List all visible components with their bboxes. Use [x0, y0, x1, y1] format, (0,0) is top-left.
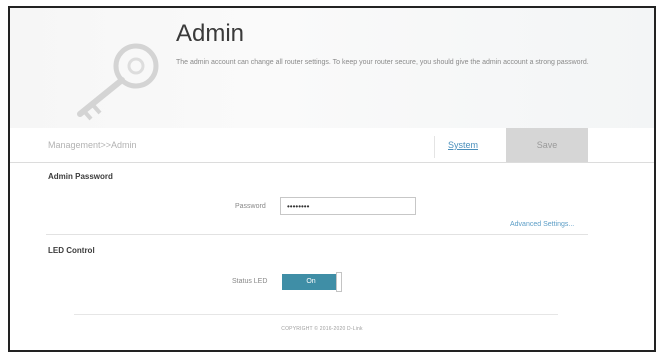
toolbar-divider: [434, 136, 435, 158]
toggle-handle[interactable]: [336, 272, 342, 292]
toggle-track: On: [282, 274, 340, 290]
status-led-label: Status LED: [232, 278, 268, 285]
footer-divider: [74, 314, 558, 315]
system-link[interactable]: System: [448, 140, 478, 150]
admin-page: Admin The admin account can change all r…: [8, 6, 656, 352]
page-banner: Admin The admin account can change all r…: [10, 8, 654, 129]
key-icon: [77, 43, 159, 121]
password-field[interactable]: [280, 197, 416, 215]
save-button[interactable]: Save: [506, 128, 588, 162]
toolbar: Management>>Admin System Save: [10, 128, 654, 163]
admin-password-section-title: Admin Password: [48, 172, 113, 181]
led-control-section-title: LED Control: [48, 246, 95, 255]
page-description: The admin account can change all router …: [176, 59, 589, 66]
copyright-text: COPYRIGHT © 2016-2020 D-Link: [281, 326, 363, 332]
password-label: Password: [235, 203, 266, 210]
breadcrumb: Management>>Admin: [48, 140, 137, 150]
advanced-settings-link[interactable]: Advanced Settings...: [510, 221, 574, 228]
section-divider: [46, 234, 588, 235]
status-led-toggle[interactable]: On: [282, 272, 344, 294]
page-title: Admin: [176, 20, 245, 47]
